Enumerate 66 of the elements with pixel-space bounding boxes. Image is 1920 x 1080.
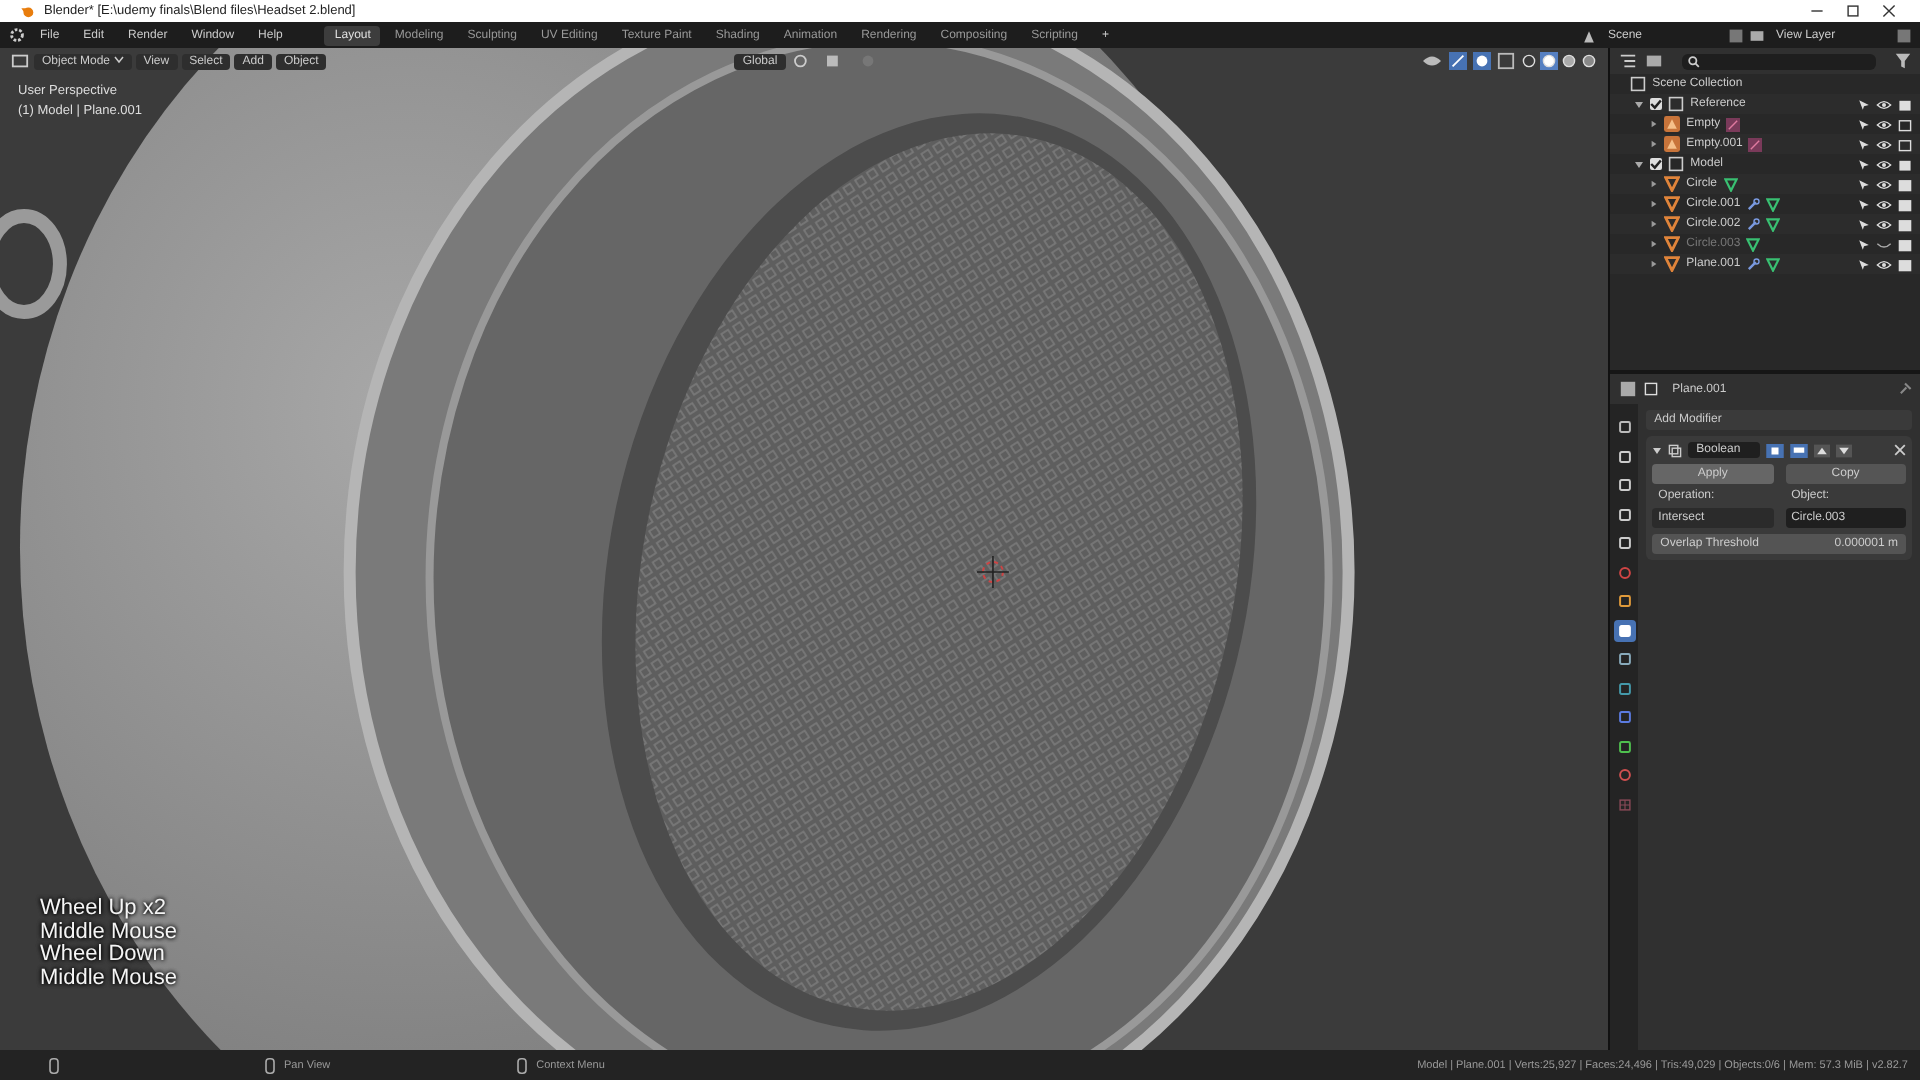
xray-icon[interactable] [1496,52,1517,70]
ring-drawing [0,209,67,319]
overlay-icon[interactable] [1472,52,1493,70]
collection-icon [1668,156,1685,172]
sphere-icon[interactable] [1613,764,1636,786]
pin-icon[interactable] [1898,382,1912,396]
visibility-icon[interactable] [1420,52,1445,70]
collection-icon [1630,76,1647,92]
scene-icon[interactable] [1580,27,1598,43]
expand-arrow-icon[interactable] [1650,180,1659,188]
editor-type-icon[interactable] [1618,52,1639,70]
object-icon [1664,116,1681,132]
search-icon [1688,55,1701,67]
close-icon[interactable] [1882,4,1896,18]
editor-type-icon[interactable] [1618,380,1639,398]
square-icon[interactable] [1613,590,1636,612]
expand-arrow-icon[interactable] [1650,260,1659,268]
eye-icon[interactable] [1876,257,1892,271]
move-down-icon[interactable] [1836,443,1853,457]
solid-sphere-icon[interactable] [1540,52,1559,70]
closed-eye-icon[interactable] [1876,237,1892,251]
move-up-icon[interactable] [1814,443,1831,457]
minimize-icon[interactable] [1810,4,1824,18]
filter-icon[interactable] [1894,52,1912,70]
eye-icon[interactable] [1876,97,1892,111]
checker-icon[interactable] [1613,793,1636,815]
eye-icon[interactable] [1876,177,1892,191]
viewport-toggle-icon[interactable] [1790,443,1809,457]
wireframe-sphere-icon[interactable] [1520,52,1539,70]
boolean-icon [1668,443,1683,457]
search-field[interactable] [1682,53,1876,69]
expand-arrow-icon[interactable] [1650,200,1659,208]
expand-arrow-icon[interactable] [1650,120,1659,128]
mesh-data-icon[interactable] [1723,177,1737,191]
eye-icon[interactable] [1876,117,1892,131]
rendered-sphere-icon[interactable] [1580,52,1599,70]
key-hint: Middle Mouse [40,967,177,990]
collection-icon [1668,96,1685,112]
blender-logo-icon [20,4,34,18]
material-sphere-icon[interactable] [1560,52,1579,70]
maximize-icon[interactable] [1846,4,1860,18]
globe-icon[interactable] [1613,561,1636,583]
collapse-arrow-icon[interactable] [1652,445,1663,455]
gear-icon[interactable] [8,26,26,44]
collection-checkbox[interactable] [1650,158,1663,170]
eye-icon[interactable] [1876,197,1892,211]
crosshair-icon [976,555,1010,589]
expand-arrow-icon[interactable] [1650,140,1659,148]
mouse-icon [264,1057,276,1073]
caret-icon [113,55,124,63]
mouse-icon [516,1057,529,1073]
eye-icon[interactable] [1876,157,1892,171]
eye-icon[interactable] [1876,217,1892,231]
collection-checkbox[interactable] [1650,98,1663,110]
key-hint: Wheel Down [40,944,167,967]
eye-icon[interactable] [1876,137,1892,151]
editor-type-icon[interactable] [10,52,30,70]
gizmo-icon[interactable] [1448,52,1469,70]
object-icon [1664,136,1681,152]
mouse-icon [48,1057,60,1073]
edit-mode-toggle-icon[interactable] [1766,443,1785,457]
empty-data-icon[interactable] [1726,117,1741,131]
display-mode-icon[interactable] [1644,52,1665,70]
expand-arrow-icon[interactable] [1650,240,1659,248]
expand-arrow-icon[interactable] [1650,220,1659,228]
object-icon [1644,382,1659,396]
